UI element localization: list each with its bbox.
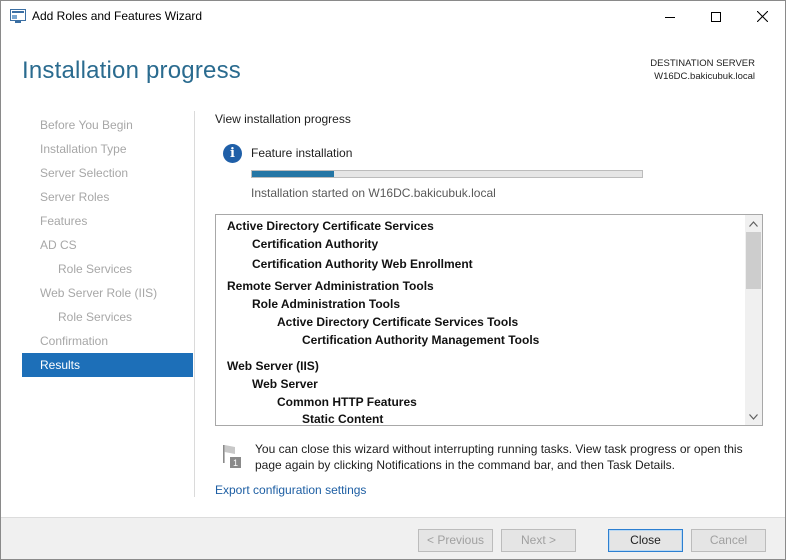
nav-item-before-you-begin: Before You Begin (40, 118, 133, 132)
result-item: Role Administration Tools (252, 297, 401, 311)
nav-item-features: Features (40, 214, 88, 228)
minimize-button[interactable] (647, 1, 693, 32)
nav-item-ad-cs: AD CS (40, 238, 77, 252)
close-window-button[interactable] (739, 1, 785, 32)
chevron-up-icon (749, 220, 758, 227)
scroll-down-button[interactable] (745, 408, 762, 425)
chevron-down-icon (749, 413, 758, 420)
result-item: Active Directory Certificate Services To… (277, 315, 519, 329)
result-item: Web Server (IIS) (227, 359, 319, 373)
nav-divider (194, 111, 195, 497)
section-title: View installation progress (215, 112, 351, 126)
result-item: Certification Authority Management Tools (302, 333, 540, 347)
page-title: Installation progress (22, 57, 241, 84)
destination-server-name: W16DC.bakicubuk.local (654, 71, 755, 82)
nav-item-iis-role-services: Role Services (58, 310, 133, 324)
maximize-button[interactable] (693, 1, 739, 32)
footer-bar: < Previous Next > Close Cancel (1, 517, 785, 559)
result-item: Web Server (252, 377, 318, 391)
previous-button[interactable]: < Previous (418, 529, 493, 552)
installation-started-text: Installation started on W16DC.bakicubuk.… (251, 186, 496, 200)
result-item: Certification Authority (252, 237, 379, 251)
title-bar: Add Roles and Features Wizard (1, 1, 785, 32)
installation-progress-bar (251, 170, 643, 178)
scroll-up-button[interactable] (745, 215, 762, 232)
progress-fill (252, 171, 334, 177)
wizard-nav: Before You Begin Installation Type Serve… (22, 113, 193, 377)
nav-item-results[interactable]: Results (22, 353, 193, 377)
feature-installation-label: Feature installation (251, 146, 353, 160)
nav-item-web-server-role: Web Server Role (IIS) (40, 286, 158, 300)
info-icon: i (223, 144, 242, 163)
window-title: Add Roles and Features Wizard (32, 9, 203, 23)
nav-item-installation-type: Installation Type (40, 142, 127, 156)
next-button[interactable]: Next > (501, 529, 576, 552)
scroll-thumb[interactable] (746, 232, 761, 289)
destination-server-label: DESTINATION SERVER (650, 58, 755, 69)
wizard-window: Add Roles and Features Wizard Installati… (0, 0, 786, 560)
close-icon (756, 11, 768, 22)
results-scrollbar[interactable] (745, 215, 762, 425)
notice-text: You can close this wizard without interr… (255, 442, 743, 472)
notification-badge-number: 1 (233, 458, 238, 468)
result-item: Active Directory Certificate Services (227, 219, 434, 233)
export-configuration-link[interactable]: Export configuration settings (215, 483, 366, 497)
server-manager-icon (10, 9, 26, 23)
nav-item-confirmation: Confirmation (40, 334, 109, 348)
maximize-icon (711, 11, 721, 22)
results-list-box[interactable]: Active Directory Certificate Services Ce… (215, 214, 763, 426)
result-item: Certification Authority Web Enrollment (252, 257, 473, 271)
cancel-button[interactable]: Cancel (691, 529, 766, 552)
nav-item-ad-cs-role-services: Role Services (58, 262, 133, 276)
notification-flag-icon: 1 (223, 445, 241, 468)
close-button[interactable]: Close (608, 529, 683, 552)
result-item: Remote Server Administration Tools (227, 279, 434, 293)
nav-item-server-selection: Server Selection (40, 166, 129, 180)
minimize-icon (665, 16, 675, 18)
result-item: Static Content (302, 412, 384, 426)
result-item: Common HTTP Features (277, 395, 417, 409)
nav-item-server-roles: Server Roles (40, 190, 110, 204)
